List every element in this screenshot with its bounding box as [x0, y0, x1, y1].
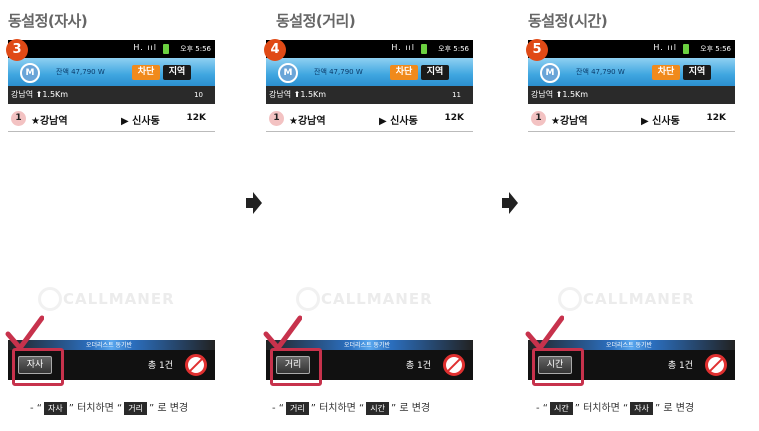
- call-number: 1: [11, 111, 26, 126]
- balance-text: 잔액 47,790 W: [56, 68, 105, 76]
- caption-chip: 거리: [285, 402, 309, 415]
- caption-chip: 시간: [366, 402, 389, 415]
- header-bar: M 잔액 47,790 W 차단 지역: [266, 58, 473, 86]
- location-name: 강남역 ⬆1.5Km: [11, 90, 69, 99]
- caption-suffix: ” 로 변경: [390, 403, 431, 414]
- caption-chip: 거리: [124, 402, 147, 415]
- call-to: ▶ 신사동: [121, 116, 160, 127]
- prohibited-icon[interactable]: [185, 354, 207, 376]
- signal-icon: H. ııl: [653, 43, 677, 52]
- order-count: 총 1건: [667, 361, 693, 371]
- step-badge: 3: [6, 39, 28, 61]
- signal-icon: H. ııl: [391, 43, 415, 52]
- caption-chip: 시간: [549, 402, 573, 415]
- caption-chip: 자사: [630, 402, 653, 415]
- phone-screen: H. ııl 오후 5:56 M 잔액 47,790 W 차단 지역 5 강남역…: [525, 39, 735, 386]
- caption: - “거리” 터치하면 “시간” 로 변경: [272, 399, 430, 415]
- caption: - “시간” 터치하면 “자사” 로 변경: [536, 399, 694, 415]
- call-row[interactable]: 1 ★강남역 ▶ 신사동 12K: [528, 107, 735, 132]
- watermark: CALLMANER: [321, 290, 433, 308]
- step-badge: 5: [526, 39, 548, 61]
- bottom-banner-text: 오더리스트 동기반: [606, 342, 653, 349]
- location-count: 11: [452, 91, 461, 99]
- phone-screen: H. ııl 오후 5:56 M 잔액 47,790 W 차단 지역 4 강남역…: [263, 39, 473, 386]
- battery-icon: [163, 44, 169, 54]
- app-logo: M: [20, 63, 40, 83]
- call-distance: 12K: [706, 113, 727, 123]
- app-logo: M: [540, 63, 560, 83]
- balance-text: 잔액 47,790 W: [576, 68, 625, 76]
- status-time: 오후 5:56: [180, 45, 211, 53]
- call-row[interactable]: 1 ★강남역 ▶ 신사동 12K: [266, 107, 473, 132]
- signal-icon: H. ııl: [133, 43, 157, 52]
- order-count: 총 1건: [405, 361, 431, 371]
- caption-mid: ” 터치하면 “: [574, 403, 629, 414]
- caption-suffix: ” 로 변경: [654, 403, 695, 414]
- order-count: 총 1건: [147, 361, 173, 371]
- caption-suffix: ” 로 변경: [148, 403, 189, 414]
- area-button[interactable]: 지역: [163, 65, 191, 80]
- panel-title: 동설정(거리): [276, 12, 356, 30]
- status-time: 오후 5:56: [438, 45, 469, 53]
- call-row[interactable]: 1 ★강남역 ▶ 신사동 12K: [8, 107, 215, 132]
- status-bar: H. ııl 오후 5:56: [8, 40, 215, 58]
- location-count: 10: [194, 91, 203, 99]
- prohibited-icon[interactable]: [705, 354, 727, 376]
- call-to: ▶ 신사동: [641, 116, 680, 127]
- checkmark-icon: [5, 315, 44, 351]
- location-bar: 강남역 ⬆1.5Km: [528, 86, 735, 104]
- block-button[interactable]: 차단: [652, 65, 680, 80]
- area-button[interactable]: 지역: [421, 65, 449, 80]
- status-time: 오후 5:56: [700, 45, 731, 53]
- watermark-icon: [558, 287, 582, 311]
- call-distance: 12K: [444, 113, 465, 123]
- caption-chip: 자사: [43, 402, 67, 415]
- battery-icon: [683, 44, 689, 54]
- caption: - “자사” 터치하면 “거리” 로 변경: [30, 399, 188, 415]
- status-bar: H. ııl 오후 5:56: [266, 40, 473, 58]
- caption-mid: ” 터치하면 “: [68, 403, 123, 414]
- location-bar: 강남역 ⬆1.5Km 10: [8, 86, 215, 104]
- block-button[interactable]: 차단: [390, 65, 418, 80]
- panel-title: 동설정(시간): [528, 12, 608, 30]
- area-button[interactable]: 지역: [683, 65, 711, 80]
- call-from: ★강남역: [289, 116, 326, 127]
- right-arrow-icon: [502, 192, 518, 214]
- header-bar: M 잔액 47,790 W 차단 지역: [8, 58, 215, 86]
- block-button[interactable]: 차단: [132, 65, 160, 80]
- right-arrow-icon: [246, 192, 262, 214]
- step-badge: 4: [264, 39, 286, 61]
- battery-icon: [421, 44, 427, 54]
- header-bar: M 잔액 47,790 W 차단 지역: [528, 58, 735, 86]
- checkmark-icon: [263, 315, 302, 351]
- watermark: CALLMANER: [583, 290, 695, 308]
- balance-text: 잔액 47,790 W: [314, 68, 363, 76]
- bottom-banner-text: 오더리스트 동기반: [86, 342, 133, 349]
- caption-prefix: - “: [272, 403, 284, 414]
- panel-title: 동설정(자사): [8, 12, 88, 30]
- prohibited-icon[interactable]: [443, 354, 465, 376]
- call-from: ★강남역: [31, 116, 68, 127]
- call-to: ▶ 신사동: [379, 116, 418, 127]
- watermark-icon: [296, 287, 320, 311]
- call-from: ★강남역: [551, 116, 588, 127]
- caption-mid: ” 터치하면 “: [310, 403, 365, 414]
- caption-prefix: - “: [536, 403, 548, 414]
- location-name: 강남역 ⬆1.5Km: [269, 90, 327, 99]
- watermark: CALLMANER: [63, 290, 175, 308]
- call-number: 1: [531, 111, 546, 126]
- app-logo: M: [278, 63, 298, 83]
- status-bar: H. ııl 오후 5:56: [528, 40, 735, 58]
- caption-prefix: - “: [30, 403, 42, 414]
- bottom-banner-text: 오더리스트 동기반: [344, 342, 391, 349]
- call-distance: 12K: [186, 113, 207, 123]
- location-name: 강남역 ⬆1.5Km: [531, 90, 589, 99]
- watermark-icon: [38, 287, 62, 311]
- location-bar: 강남역 ⬆1.5Km 11: [266, 86, 473, 104]
- phone-screen: H. ııl 오후 5:56 M 잔액 47,790 W 차단 지역 3 강남역…: [5, 39, 215, 386]
- call-number: 1: [269, 111, 284, 126]
- checkmark-icon: [525, 315, 564, 351]
